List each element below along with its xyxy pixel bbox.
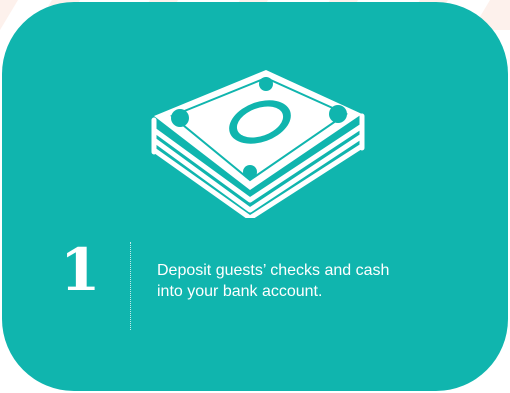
step-card: 1 Deposit guests’ checks and cash into y… <box>2 2 508 391</box>
step-description: Deposit guests’ checks and cash into you… <box>157 260 477 302</box>
step-description-line-2: into your bank account. <box>157 283 323 300</box>
step-number: 1 <box>60 236 101 304</box>
dotted-divider <box>130 242 131 330</box>
step-description-line-1: Deposit guests’ checks and cash <box>157 262 390 279</box>
money-stack-icon <box>151 70 365 218</box>
